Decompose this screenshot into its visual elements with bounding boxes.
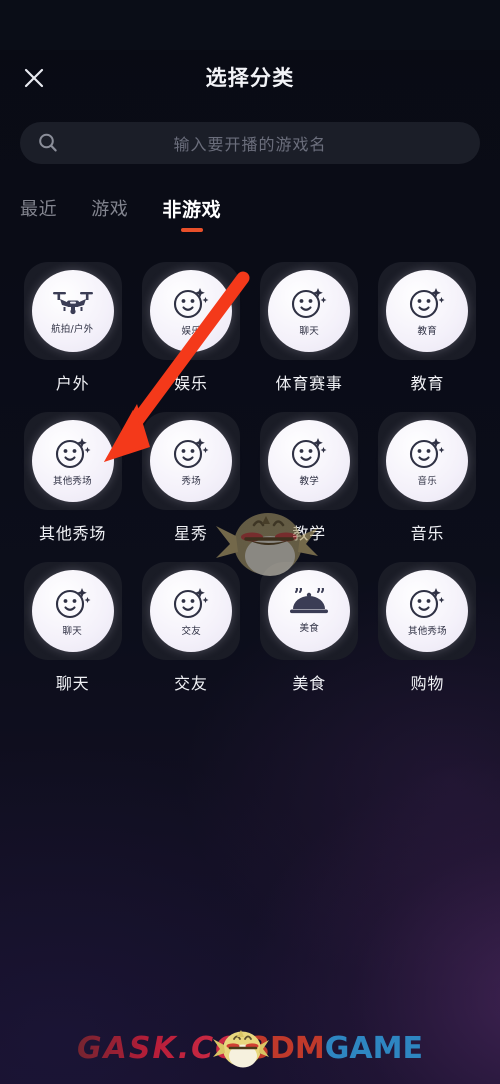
- game-text: GAME: [324, 1030, 423, 1066]
- footer-watermark: GASK.CC 3DMGAME: [0, 1020, 500, 1076]
- smiley-sparkle-icon: [292, 288, 327, 319]
- tab-recent[interactable]: 最近: [20, 198, 57, 232]
- smiley-sparkle-icon: [173, 588, 209, 619]
- category-label: 教育: [410, 374, 445, 393]
- food-dome-icon: [290, 588, 329, 614]
- category-icon-bubble: 娱乐: [149, 270, 232, 352]
- smiley-sparkle-icon: [410, 588, 445, 619]
- category-icon-label: 航拍/户外: [51, 324, 94, 335]
- smiley-sparkle-icon: [55, 588, 91, 619]
- smiley-sparkle-icon: [292, 438, 327, 469]
- category-icon-label: 秀场: [181, 476, 201, 487]
- category-tile[interactable]: 音乐: [378, 412, 477, 510]
- category-tile[interactable]: 娱乐: [141, 262, 240, 360]
- category-tile[interactable]: 秀场: [141, 412, 240, 510]
- drone-icon: [52, 292, 93, 315]
- category-item[interactable]: 教育 教育: [375, 262, 480, 394]
- 3dm-text: 3DM: [249, 1030, 325, 1066]
- category-label: 聊天: [55, 674, 90, 693]
- smiley-sparkle-icon: [410, 288, 445, 319]
- category-tile[interactable]: 教育: [378, 262, 477, 360]
- category-icon-label: 聊天: [62, 626, 83, 637]
- category-tile[interactable]: 交友: [141, 562, 240, 660]
- category-tile[interactable]: 聊天: [260, 262, 359, 360]
- category-icon-label: 音乐: [417, 476, 438, 487]
- category-icon-bubble: 其他秀场: [31, 420, 114, 502]
- category-grid: 航拍/户外 户外 娱乐 娱乐 聊天 体育赛事 教育 教育 其他秀场 其他秀场 秀场 星秀 教学 教学 音乐音…: [20, 262, 480, 694]
- category-icon-label: 交友: [181, 626, 201, 637]
- tab-non-games[interactable]: 非游戏: [162, 198, 221, 232]
- category-icon-label: 其他秀场: [53, 476, 93, 487]
- category-item[interactable]: 教学 教学: [257, 412, 362, 544]
- category-label: 体育赛事: [275, 374, 343, 393]
- bird-mascot-footer-icon: [213, 1030, 270, 1068]
- category-label: 交友: [174, 674, 208, 693]
- category-icon-bubble: 音乐: [386, 420, 469, 502]
- category-tabs: 最近 游戏 非游戏: [20, 198, 480, 242]
- gask-watermark-text: GASK.CC: [77, 1030, 240, 1066]
- category-label: 购物: [410, 674, 445, 693]
- category-picker-screen: 选择分类 输入要开播的游戏名 最近 游戏 非游戏 航拍/户外 户外 娱乐 娱乐 聊天 体育…: [0, 0, 500, 1084]
- page-title: 选择分类: [205, 66, 295, 90]
- tab-games[interactable]: 游戏: [91, 198, 128, 232]
- tab-recent-label: 最近: [20, 199, 58, 220]
- smiley-sparkle-icon: [410, 438, 445, 469]
- category-icon-bubble: 聊天: [268, 270, 351, 352]
- category-item[interactable]: 秀场 星秀: [138, 412, 243, 544]
- category-item[interactable]: 其他秀场 其他秀场: [20, 412, 125, 544]
- smiley-sparkle-icon: [173, 438, 209, 469]
- category-icon-label: 教学: [299, 476, 319, 487]
- category-icon-bubble: 其他秀场: [386, 570, 469, 652]
- tab-games-label: 游戏: [91, 199, 129, 220]
- smiley-sparkle-icon: [55, 438, 91, 469]
- category-tile[interactable]: 美食: [260, 562, 359, 660]
- tab-non-games-label: 非游戏: [162, 199, 222, 221]
- category-item[interactable]: 美食 美食: [257, 562, 362, 694]
- category-icon-label: 娱乐: [181, 326, 201, 337]
- category-label: 教学: [292, 524, 326, 543]
- category-item[interactable]: 聊天 体育赛事: [257, 262, 362, 394]
- search-input[interactable]: 输入要开播的游戏名: [20, 122, 480, 164]
- category-item[interactable]: 其他秀场 购物: [375, 562, 480, 694]
- category-label: 美食: [292, 674, 326, 693]
- category-tile[interactable]: 教学: [260, 412, 359, 510]
- search-placeholder: 输入要开播的游戏名: [173, 135, 327, 154]
- tab-active-indicator: [180, 228, 203, 232]
- category-tile[interactable]: 聊天: [23, 562, 122, 660]
- category-tile[interactable]: 其他秀场: [23, 412, 122, 510]
- category-label: 娱乐: [174, 374, 208, 393]
- category-icon-label: 教育: [417, 326, 438, 337]
- category-icon-bubble: 聊天: [31, 570, 114, 652]
- status-bar: [0, 0, 500, 50]
- category-item[interactable]: 娱乐 娱乐: [138, 262, 243, 394]
- category-icon-label: 聊天: [299, 326, 319, 337]
- category-tile[interactable]: 其他秀场: [378, 562, 477, 660]
- category-item[interactable]: 航拍/户外户外: [20, 262, 125, 394]
- category-icon-bubble: 教学: [268, 420, 351, 502]
- category-label: 星秀: [174, 524, 208, 543]
- category-item[interactable]: 聊天 聊天: [20, 562, 125, 694]
- smiley-sparkle-icon: [173, 288, 209, 319]
- 3dmgame-watermark-text: 3DMGAME: [249, 1031, 423, 1066]
- category-icon-bubble: 教育: [386, 270, 469, 352]
- category-icon-bubble: 航拍/户外: [31, 270, 114, 352]
- category-icon-label: 美食: [299, 623, 319, 634]
- search-icon: [39, 133, 57, 152]
- category-label: 音乐: [410, 524, 445, 543]
- category-icon-bubble: 秀场: [149, 420, 232, 502]
- category-label: 其他秀场: [39, 524, 107, 543]
- category-tile[interactable]: 航拍/户外: [23, 262, 122, 360]
- category-item[interactable]: 交友 交友: [138, 562, 243, 694]
- category-icon-label: 其他秀场: [407, 626, 447, 637]
- category-label: 户外: [55, 374, 90, 393]
- category-icon-bubble: 交友: [149, 570, 232, 652]
- category-icon-bubble: 美食: [268, 570, 351, 652]
- category-item[interactable]: 音乐 音乐: [375, 412, 480, 544]
